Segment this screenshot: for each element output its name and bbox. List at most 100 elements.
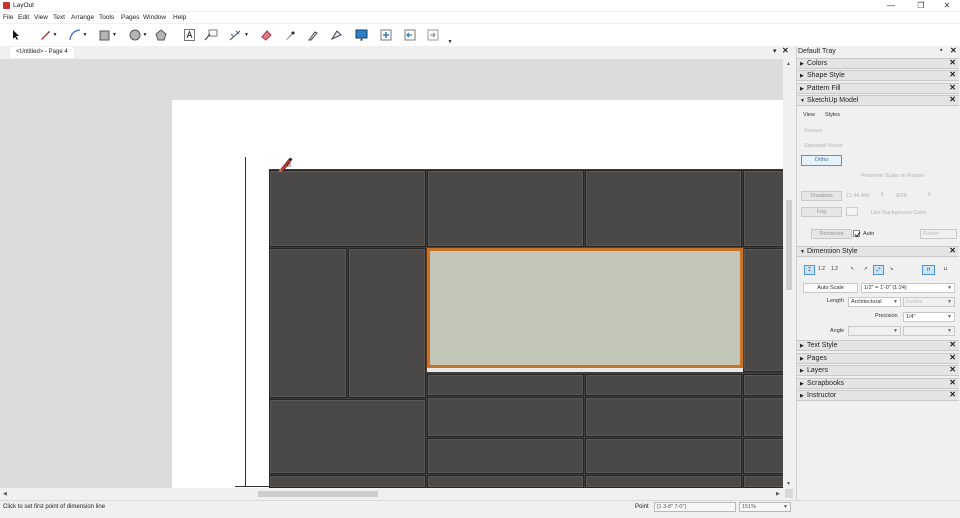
chevron-down-icon[interactable]: ▼ [244,32,249,38]
panel-header-text-style[interactable]: ▶ Text Style ✕ [797,340,959,351]
chevron-down-icon[interactable]: ▼ [143,32,148,38]
arc-tool-button[interactable]: ▼ [64,27,92,43]
fog-color-swatch[interactable] [846,207,858,216]
circle-tool-button[interactable]: ▼ [124,27,152,43]
scale-dropdown[interactable]: 1/2" = 1'-0" (1:24) ▼ [861,283,955,293]
eraser-tool-button[interactable] [259,27,273,43]
scroll-up-icon[interactable]: ▲ [786,61,791,67]
close-panel-icon[interactable]: ✕ [949,95,956,105]
sketchup-model-viewport[interactable] [269,169,783,488]
menu-window[interactable]: Window [143,14,166,21]
chevron-down-icon[interactable]: ▼ [53,32,58,38]
panel-header-instructor[interactable]: ▶ Instructor ✕ [797,390,959,401]
angle-precision-dropdown[interactable]: ▼ [903,326,955,336]
menu-edit[interactable]: Edit [18,14,29,21]
close-window-button[interactable]: ✕ [934,0,960,11]
use-background-color-checkbox-label[interactable]: Use Background Color [871,210,926,216]
zoom-field[interactable]: 151% ▼ [739,502,791,512]
dimension-extension-icon[interactable]: ⊔ [939,265,952,275]
menu-file[interactable]: File [3,14,13,21]
spinner-icon[interactable]: ⇕ [880,192,885,198]
tray-close-icon[interactable]: ✕ [950,46,957,55]
text-angle-right-icon[interactable]: ↘ [886,265,897,275]
join-tool-button[interactable] [328,27,344,43]
dimension-offset-icon[interactable]: ⊓ [922,265,935,275]
length-format-dropdown[interactable]: Architectural ▼ [848,297,901,307]
select-tool-button[interactable] [10,27,22,43]
tab-styles[interactable]: Styles [825,112,840,118]
precision-dropdown[interactable]: 1/4" ▼ [903,312,955,322]
auto-scale-button[interactable]: Auto Scale [803,283,858,293]
panel-header-sketchup-model[interactable]: ▼ SketchUp Model ✕ [797,95,959,106]
measurements-field[interactable]: [1 3-8" 7-0"] [654,502,736,512]
dimension-tool-button[interactable]: ▼ [225,27,253,43]
close-panel-icon[interactable]: ✕ [949,365,956,375]
close-panel-icon[interactable]: ✕ [949,340,956,350]
ortho-button[interactable]: Ortho [801,155,842,166]
panel-header-pages[interactable]: ▶ Pages ✕ [797,353,959,364]
menu-pages[interactable]: Pages [121,14,139,21]
close-panel-icon[interactable]: ✕ [949,378,956,388]
drawing-canvas[interactable] [0,59,783,488]
tray-pin-icon[interactable]: ▪ [940,47,942,54]
text-above-line-icon[interactable]: ⌶ [804,265,815,275]
close-panel-icon[interactable]: ✕ [949,246,956,256]
length-units-dropdown[interactable]: Inches ▼ [903,297,955,307]
panel-header-pattern-fill[interactable]: ▶ Pattern Fill ✕ [797,83,959,94]
menu-arrange[interactable]: Arrange [71,14,94,21]
panel-header-colors[interactable]: ▶ Colors ✕ [797,58,959,69]
maximize-button[interactable]: ❐ [908,0,934,11]
shadow-date-field[interactable]: 9/28 [896,193,907,199]
menu-tools[interactable]: Tools [99,14,114,21]
shadow-time-field[interactable]: 11:44 AM [846,193,869,199]
rectangle-tool-button[interactable]: ▼ [94,27,122,43]
text-angle-align-icon[interactable]: ⤢ [873,265,884,275]
document-tab[interactable]: <Untitled> - Page 4 [10,47,74,58]
scroll-left-icon[interactable]: ◀ [3,491,7,497]
previous-page-button[interactable] [402,27,418,43]
label-tool-button[interactable] [203,27,219,43]
split-tool-button[interactable] [306,27,320,43]
fog-button[interactable]: Fog [801,207,842,217]
horizontal-scrollbar[interactable] [0,488,783,500]
close-panel-icon[interactable]: ✕ [949,58,956,68]
scroll-down-icon[interactable]: ▼ [786,481,791,487]
close-panel-icon[interactable]: ✕ [949,83,956,93]
scroll-right-icon[interactable]: ▶ [776,491,780,497]
render-mode-dropdown[interactable]: Raster [920,229,957,239]
presentation-button[interactable] [353,27,369,43]
add-page-button[interactable] [378,27,394,43]
text-inline-button[interactable]: 1.2 [816,265,827,275]
shadows-button[interactable]: Shadows [801,191,842,201]
rendered-button[interactable]: Rendered [811,229,852,239]
panel-header-layers[interactable]: ▶ Layers ✕ [797,365,959,376]
text-angle-left-icon[interactable]: ↖ [847,265,858,275]
next-page-button[interactable] [425,27,441,43]
tab-menu-icon[interactable]: ▾ [773,47,777,55]
preserve-scale-checkbox-label[interactable]: Preserve Scale on Resize [861,173,924,179]
spinner-icon[interactable]: ⇕ [927,192,932,198]
panel-header-dimension-style[interactable]: ▼ Dimension Style ✕ [797,246,959,257]
polygon-tool-button[interactable] [154,27,168,43]
chevron-down-icon[interactable]: ▼ [83,32,88,38]
scenes-dropdown[interactable]: Scenes [804,128,822,134]
vertical-scroll-thumb[interactable] [786,200,792,290]
panel-header-shape-style[interactable]: ▶ Shape Style ✕ [797,70,959,81]
line-tool-button[interactable]: ▼ [34,27,62,43]
close-panel-icon[interactable]: ✕ [949,390,956,400]
menu-view[interactable]: View [34,14,48,21]
style-tool-button[interactable] [283,27,297,43]
close-panel-icon[interactable]: ✕ [949,70,956,80]
tab-view[interactable]: View [803,112,815,118]
chevron-down-icon[interactable]: ▼ [448,39,453,45]
chevron-down-icon[interactable]: ▼ [783,503,788,512]
minimize-button[interactable]: — [878,0,904,11]
panel-header-scrapbooks[interactable]: ▶ Scrapbooks ✕ [797,378,959,389]
text-below-button[interactable]: 1.2 [829,265,840,275]
menu-text[interactable]: Text [53,14,65,21]
horizontal-scroll-thumb[interactable] [258,491,378,497]
menu-help[interactable]: Help [173,14,186,21]
angle-format-dropdown[interactable]: ▼ [848,326,901,336]
chevron-down-icon[interactable]: ▼ [112,32,117,38]
standard-views-dropdown[interactable]: Standard Views [804,143,842,149]
